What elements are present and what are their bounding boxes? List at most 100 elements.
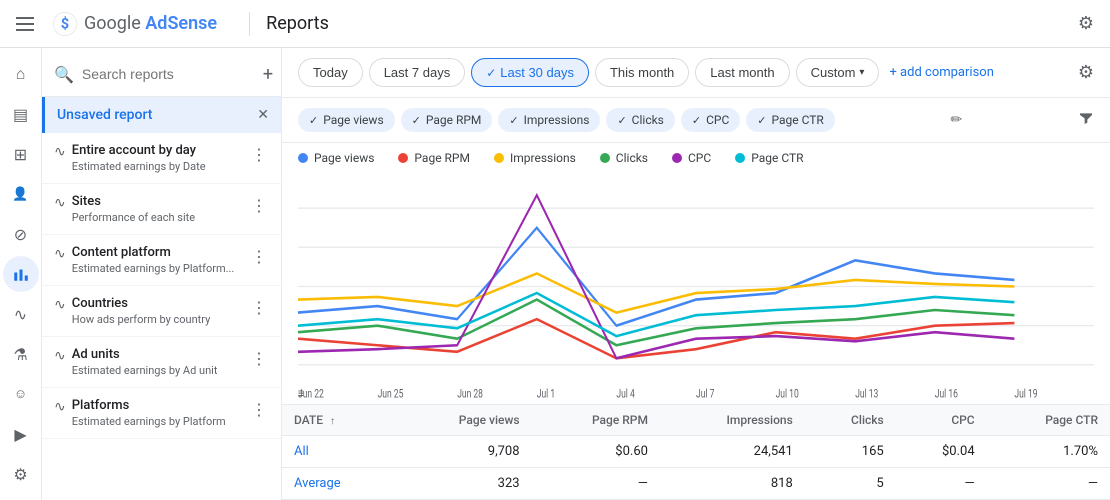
- cell-pageviews: 323: [395, 468, 531, 500]
- main-content: Today Last 7 days ✓ Last 30 days This mo…: [282, 48, 1110, 500]
- reports-icon[interactable]: [3, 256, 39, 292]
- sidebar-item[interactable]: ∿ Entire account by day Estimated earnin…: [42, 133, 281, 184]
- search-input[interactable]: [82, 66, 263, 82]
- metric-chip-page-ctr[interactable]: ✓ Page CTR: [746, 108, 835, 132]
- table-header-row: DATE ↑ Page views Page RPM Impressions C…: [282, 405, 1110, 436]
- legend-dot: [494, 153, 504, 163]
- more-options-icon[interactable]: ⋮: [249, 245, 269, 268]
- side-icon-rail: ⌂ ▤ ⊞ 👤 ⊘ ∿ ⚗ ☺ ▶ ⚙: [0, 48, 42, 500]
- cell-pagerpm: $0.60: [532, 436, 660, 468]
- col-impressions[interactable]: Impressions: [660, 405, 805, 436]
- item-icon-4: ∿: [54, 348, 66, 364]
- cell-pagectr: 1.70%: [987, 436, 1110, 468]
- home-icon[interactable]: ⌂: [3, 56, 39, 92]
- item-icon-3: ∿: [54, 297, 66, 313]
- svg-text:Jul 7: Jul 7: [696, 386, 715, 401]
- add-comparison-button[interactable]: + add comparison: [889, 65, 993, 80]
- svg-text:Jun 25: Jun 25: [378, 386, 404, 401]
- hamburger-menu[interactable]: [16, 12, 40, 36]
- cell-clicks: 165: [805, 436, 896, 468]
- legend-dot: [735, 153, 745, 163]
- filter-icon[interactable]: [1078, 110, 1094, 130]
- cell-clicks: 5: [805, 468, 896, 500]
- last7-button[interactable]: Last 7 days: [369, 58, 466, 87]
- analytics-icon[interactable]: ∿: [3, 296, 39, 332]
- col-pageviews[interactable]: Page views: [395, 405, 531, 436]
- sidebar-item[interactable]: ∿ Sites Performance of each site ⋮: [42, 184, 281, 235]
- legend-item-impressions: Impressions: [494, 151, 576, 165]
- main-layout: ⌂ ▤ ⊞ 👤 ⊘ ∿ ⚗ ☺ ▶ ⚙ 🔍 + Unsaved report ✕…: [0, 48, 1110, 500]
- last-month-button[interactable]: Last month: [695, 58, 789, 87]
- today-button[interactable]: Today: [298, 58, 363, 87]
- cell-date: All: [282, 436, 395, 468]
- col-date[interactable]: DATE ↑: [282, 405, 395, 436]
- svg-text:Jul 10: Jul 10: [776, 386, 799, 401]
- metric-chip-page-rpm[interactable]: ✓ Page RPM: [401, 108, 493, 132]
- audience-icon[interactable]: 👤: [3, 176, 39, 212]
- more-options-icon[interactable]: ⋮: [249, 398, 269, 421]
- nav-divider: [249, 12, 250, 36]
- last30-button[interactable]: ✓ Last 30 days: [471, 58, 589, 87]
- metric-chip-clicks[interactable]: ✓ Clicks: [606, 108, 674, 132]
- col-pagectr[interactable]: Page CTR: [987, 405, 1110, 436]
- block-icon[interactable]: ⊘: [3, 216, 39, 252]
- video-icon[interactable]: ▶: [3, 416, 39, 452]
- content-icon[interactable]: ⊞: [3, 136, 39, 172]
- col-pagerpm[interactable]: Page RPM: [532, 405, 660, 436]
- sidebar-item[interactable]: ∿ Platforms Estimated earnings by Platfo…: [42, 388, 281, 439]
- item-icon-1: ∿: [54, 195, 66, 211]
- logo-icon: $: [52, 11, 78, 37]
- cell-impressions: 818: [660, 468, 805, 500]
- pages-icon[interactable]: ▤: [3, 96, 39, 132]
- metric-chip-cpc[interactable]: ✓ CPC: [681, 108, 740, 132]
- dropdown-arrow-icon: ▾: [859, 67, 864, 78]
- more-options-icon[interactable]: ⋮: [249, 347, 269, 370]
- legend-item-page-views: Page views: [298, 151, 374, 165]
- report-settings-icon[interactable]: ⚙: [1078, 62, 1094, 83]
- table-body: All 9,708 $0.60 24,541 165 $0.04 1.70% A…: [282, 436, 1110, 500]
- col-clicks[interactable]: Clicks: [805, 405, 896, 436]
- add-report-button[interactable]: +: [263, 60, 273, 88]
- logo: $ Google AdSense: [52, 11, 217, 37]
- sidebar-header: 🔍 +: [42, 48, 281, 97]
- col-cpc[interactable]: CPC: [896, 405, 987, 436]
- svg-text:≡: ≡: [298, 385, 304, 401]
- edit-metrics-icon[interactable]: ✏: [951, 112, 963, 128]
- svg-text:Jun 28: Jun 28: [457, 386, 483, 401]
- experiments-icon[interactable]: ⚗: [3, 336, 39, 372]
- settings3-icon[interactable]: ⚙: [3, 456, 39, 492]
- item-icon-5: ∿: [54, 399, 66, 415]
- logo-text: Google AdSense: [84, 13, 217, 34]
- legend-dot: [398, 153, 408, 163]
- metric-chip-page-views[interactable]: ✓ Page views: [298, 108, 395, 132]
- sidebar-item[interactable]: ∿ Countries How ads perform by country ⋮: [42, 286, 281, 337]
- top-nav: $ Google AdSense Reports ⚙: [0, 0, 1110, 48]
- check-icon: ✓: [486, 66, 496, 80]
- cell-date: Average: [282, 468, 395, 500]
- cell-pagerpm: —: [532, 468, 660, 500]
- sidebar-item[interactable]: ∿ Ad units Estimated earnings by Ad unit…: [42, 337, 281, 388]
- chart-legend: Page views Page RPM Impressions Clicks C…: [282, 143, 1110, 169]
- svg-text:$: $: [61, 15, 69, 32]
- page-title: Reports: [266, 13, 329, 34]
- sidebar-item[interactable]: ∿ Content platform Estimated earnings by…: [42, 235, 281, 286]
- more-options-icon[interactable]: ⋮: [249, 296, 269, 319]
- more-options-icon[interactable]: ⋮: [249, 143, 269, 166]
- chart-area: Jun 22 Jun 25 Jun 28 Jul 1 Jul 4 Jul 7 J…: [282, 169, 1110, 404]
- close-report-button[interactable]: ✕: [257, 107, 269, 123]
- settings-icon[interactable]: ⚙: [1078, 13, 1094, 34]
- legend-dot: [600, 153, 610, 163]
- svg-text:Jul 1: Jul 1: [537, 386, 555, 401]
- metric-chip-impressions[interactable]: ✓ Impressions: [498, 108, 600, 132]
- sort-icon: ↑: [330, 416, 335, 427]
- this-month-button[interactable]: This month: [595, 58, 689, 87]
- account-icon[interactable]: ☺: [3, 376, 39, 412]
- svg-text:Jul 19: Jul 19: [1014, 386, 1037, 401]
- custom-button[interactable]: Custom ▾: [796, 58, 880, 87]
- metrics-bar: ✓ Page views ✓ Page RPM ✓ Impressions ✓ …: [282, 98, 1110, 143]
- cell-pageviews: 9,708: [395, 436, 531, 468]
- more-options-icon[interactable]: ⋮: [249, 194, 269, 217]
- legend-item-page-rpm: Page RPM: [398, 151, 470, 165]
- active-report-label: Unsaved report: [57, 107, 152, 123]
- data-table: DATE ↑ Page views Page RPM Impressions C…: [282, 404, 1110, 500]
